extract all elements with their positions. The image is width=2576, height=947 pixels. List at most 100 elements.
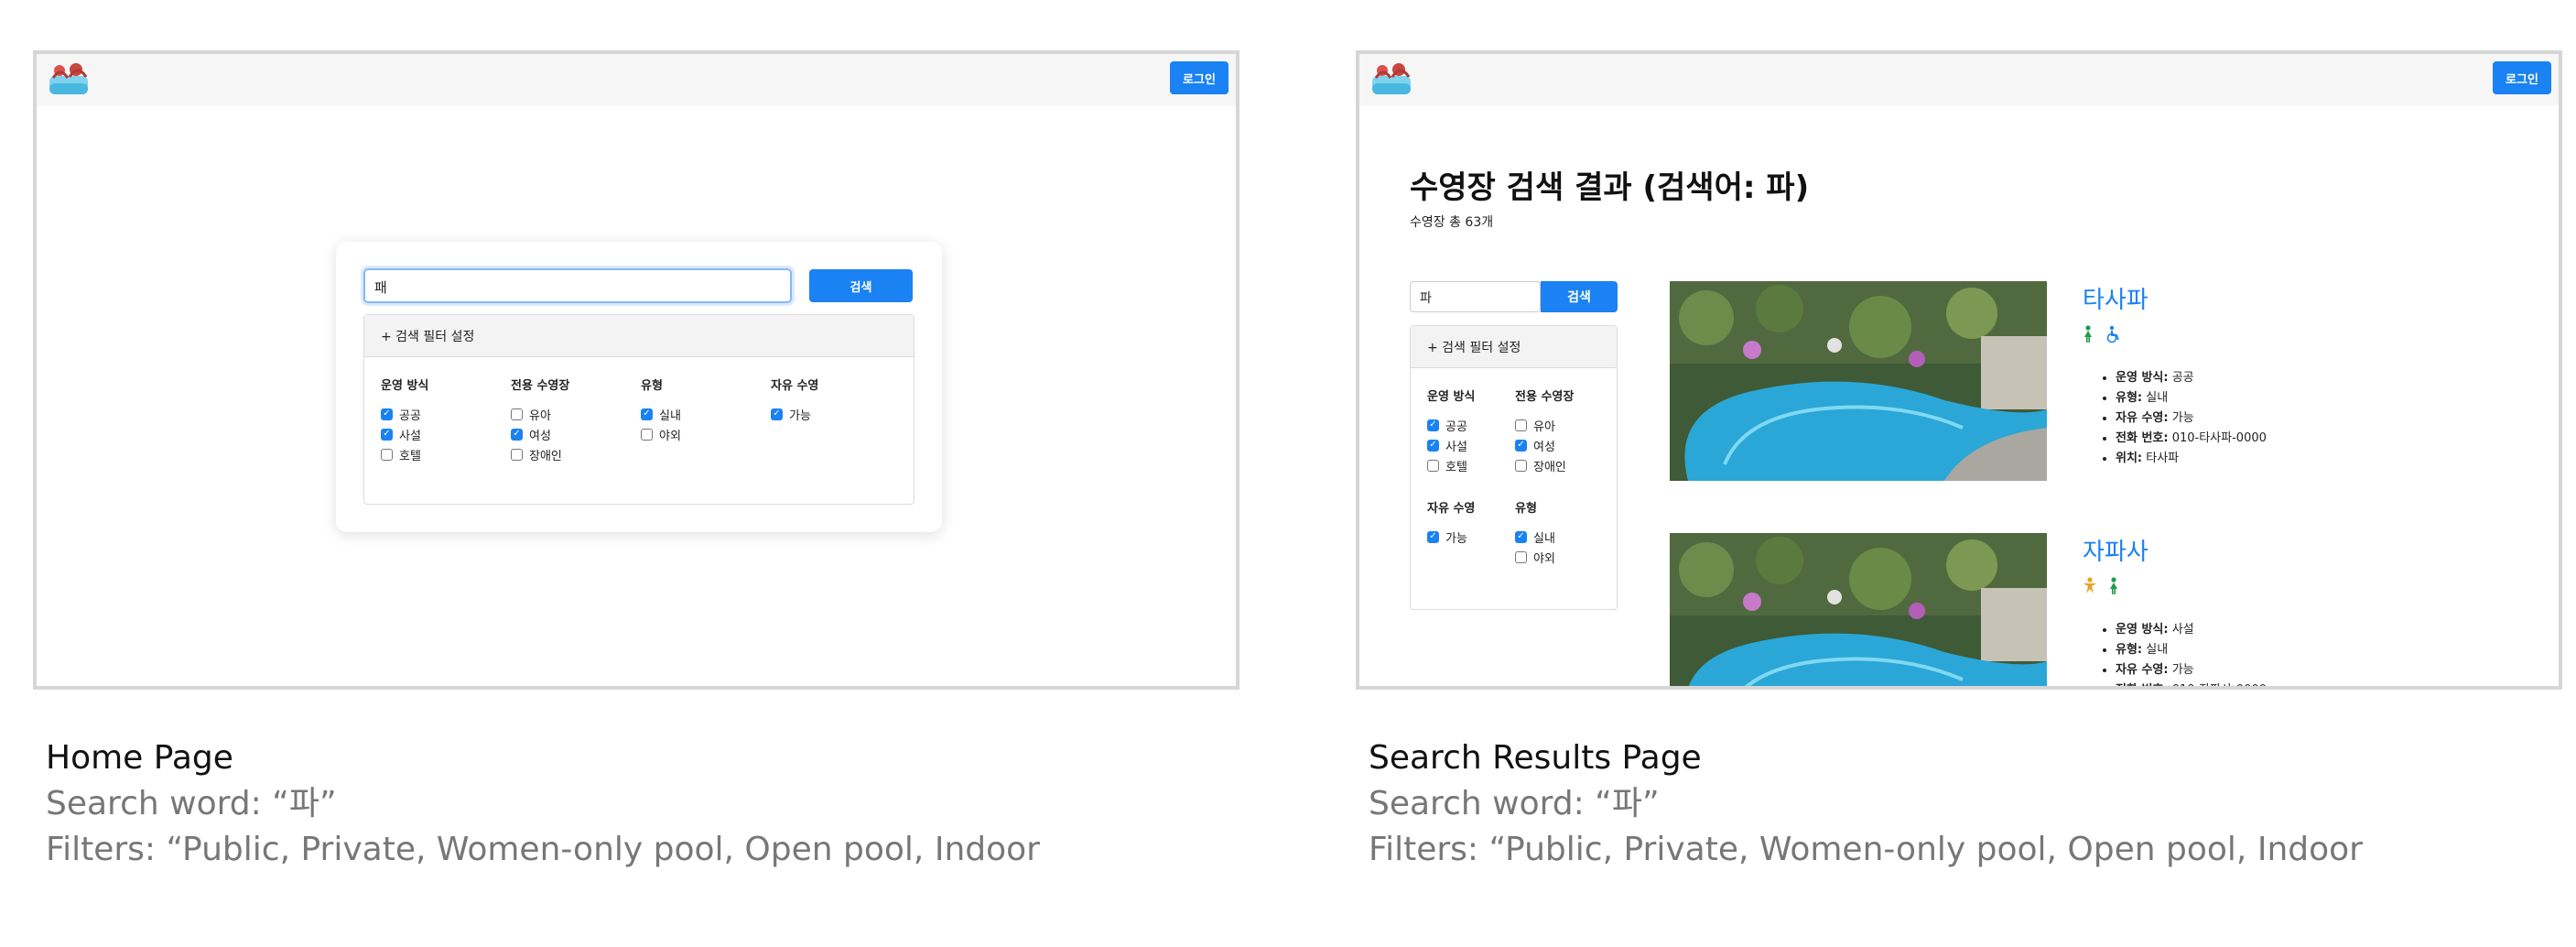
checkbox-unchecked[interactable] <box>511 448 523 461</box>
filter-option[interactable]: 장애인 <box>1515 455 1574 475</box>
checkbox-checked[interactable]: ✓ <box>1427 439 1439 452</box>
filter-option[interactable]: ✓ 사설 <box>1427 435 1475 455</box>
pool-detail-key: 유형: <box>2116 643 2143 657</box>
checkbox-checked[interactable]: ✓ <box>1427 530 1439 543</box>
caption-filters: Filters: “Public, Private, Women-only po… <box>1369 831 2363 868</box>
pool-detail-item: 위치: 타사파 <box>2116 449 2267 469</box>
pool-photo[interactable] <box>1670 533 2047 686</box>
filter-option[interactable]: ✓ 공공 <box>1427 415 1475 435</box>
filter-option[interactable]: ✓ 여성 <box>511 424 569 444</box>
checkbox-unchecked[interactable] <box>1515 550 1527 563</box>
filter-group-title: 운영 방식 <box>381 379 429 393</box>
filter-option[interactable]: 장애인 <box>511 444 569 464</box>
filter-group: 유형 ✓ 실내 야외 <box>1515 498 1555 567</box>
caption-search-word: Search word: “파” <box>1369 785 1660 822</box>
filter-option-label: 공공 <box>1445 419 1467 434</box>
filter-option[interactable]: 유아 <box>1515 415 1574 435</box>
filter-group-title: 전용 수영장 <box>1515 390 1575 404</box>
pool-detail-value: 실내 <box>2146 643 2169 657</box>
pool-name-link[interactable]: 타사파 <box>2083 281 2267 315</box>
wheelchair-icon <box>2106 325 2119 343</box>
pool-detail-item: 운영 방식: 사설 <box>2116 620 2267 640</box>
checkbox-unchecked[interactable] <box>381 448 393 461</box>
child-icon <box>2084 577 2096 593</box>
female-icon <box>2084 325 2092 343</box>
checkbox-checked[interactable]: ✓ <box>1427 419 1439 431</box>
filter-option[interactable]: 호텔 <box>381 444 428 464</box>
login-button[interactable]: 로그인 <box>2493 61 2551 94</box>
filter-group-title: 운영 방식 <box>1427 390 1476 404</box>
checkbox-checked[interactable]: ✓ <box>641 408 653 420</box>
filter-option-label: 호텔 <box>399 449 421 463</box>
filter-option-label: 장애인 <box>529 449 562 463</box>
filter-option-label: 실내 <box>1533 531 1555 546</box>
checkbox-unchecked[interactable] <box>641 428 653 441</box>
pool-photo-image <box>1670 533 2047 686</box>
filter-group-title: 자유 수영 <box>771 379 819 393</box>
home-caption: Home Page Search word: “파” Filters: “Pub… <box>46 735 1040 873</box>
checkbox-checked[interactable]: ✓ <box>771 408 783 420</box>
logo-icon[interactable] <box>1370 61 1412 96</box>
pool-photo[interactable] <box>1670 281 2047 481</box>
pool-details: 운영 방식: 공공유형: 실내자유 수영: 가능전화 번호: 010-타사파-0… <box>2083 368 2267 469</box>
pool-detail-item: 전화 번호: 010-타사파-0000 <box>2116 429 2267 449</box>
pool-detail-key: 위치: <box>2116 452 2143 465</box>
pool-detail-value: 010-타사파-0000 <box>2171 431 2267 445</box>
filter-option[interactable]: ✓ 가능 <box>1427 527 1475 547</box>
navbar: 로그인 <box>37 54 1236 105</box>
pool-detail-item: 자유 수영: 가능 <box>2116 660 2267 680</box>
filter-panel: + 검색 필터 설정 운영 방식 ✓ 공공 ✓ 사설 호텔 전용 수영장 유아 ✓ 여성 장애인 자유… <box>1410 325 1618 610</box>
logo-icon[interactable] <box>48 61 90 96</box>
filter-option-label: 유아 <box>1533 419 1555 434</box>
search-card: 패 검색 + 검색 필터 설정 운영 방식 ✓ 공공 ✓ 사설 호텔 전용 수영장 유아 ✓ 여성… <box>336 242 942 532</box>
filter-option-label: 여성 <box>1533 440 1555 454</box>
filter-option[interactable]: ✓ 공공 <box>381 404 428 424</box>
filter-option-label: 사설 <box>1445 440 1467 454</box>
search-input[interactable]: 파 <box>1410 281 1541 312</box>
checkbox-unchecked[interactable] <box>1427 459 1439 472</box>
filter-option[interactable]: 호텔 <box>1427 455 1475 475</box>
filter-group: 전용 수영장유아 ✓ 여성 장애인 <box>1515 386 1574 475</box>
login-button[interactable]: 로그인 <box>1170 61 1228 94</box>
checkbox-unchecked[interactable] <box>511 408 523 420</box>
pool-detail-key: 자유 수영: <box>2116 411 2169 425</box>
filter-group-title: 유형 <box>641 379 663 393</box>
filter-option-label: 실내 <box>659 408 681 423</box>
filter-group: 자유 수영 ✓ 가능 <box>771 376 818 424</box>
pool-detail-value: 010-자파사-0000 <box>2172 683 2267 686</box>
filter-group-title: 유형 <box>1515 502 1537 516</box>
filter-toggle[interactable]: + 검색 필터 설정 <box>364 315 914 357</box>
filter-panel: + 검색 필터 설정 운영 방식 ✓ 공공 ✓ 사설 호텔 전용 수영장 유아 ✓ 여성 장애인 유형… <box>363 314 915 505</box>
pool-detail-value: 실내 <box>2146 391 2169 405</box>
checkbox-checked[interactable]: ✓ <box>511 428 523 441</box>
search-button[interactable]: 검색 <box>809 269 913 302</box>
search-input[interactable]: 패 <box>363 268 792 303</box>
filter-group: 전용 수영장 유아 ✓ 여성 장애인 <box>511 376 569 464</box>
filter-option[interactable]: ✓ 가능 <box>771 404 818 424</box>
pool-info: 타사파 운영 방식: 공공유형: 실내자유 수영: 가능전화 번호: 010-타… <box>2083 281 2267 469</box>
checkbox-checked[interactable]: ✓ <box>1515 439 1527 452</box>
pool-info: 자파사 운영 방식: 사설유형: 실내자유 수영: 가능전화 번호: 010-자… <box>2083 533 2267 686</box>
pool-name-link[interactable]: 자파사 <box>2083 533 2267 567</box>
filter-toggle[interactable]: + 검색 필터 설정 <box>1411 326 1617 368</box>
checkbox-checked[interactable]: ✓ <box>1515 530 1527 543</box>
checkbox-unchecked[interactable] <box>1515 459 1527 472</box>
filter-option-label: 가능 <box>1445 531 1467 546</box>
filter-group: 운영 방식 ✓ 공공 ✓ 사설 호텔 <box>1427 386 1475 475</box>
pool-detail-value: 타사파 <box>2146 452 2180 465</box>
filter-option[interactable]: ✓ 사설 <box>381 424 428 444</box>
filter-option[interactable]: 유아 <box>511 404 569 424</box>
pool-icons <box>2083 576 2267 596</box>
checkbox-unchecked[interactable] <box>1515 419 1527 431</box>
checkbox-checked[interactable]: ✓ <box>381 408 393 420</box>
filter-option-label: 사설 <box>399 429 421 443</box>
search-button[interactable]: 검색 <box>1541 281 1618 312</box>
filter-option[interactable]: ✓ 실내 <box>1515 527 1555 547</box>
filter-option[interactable]: ✓ 여성 <box>1515 435 1574 455</box>
pool-icons <box>2083 324 2267 344</box>
pool-detail-item: 운영 방식: 공공 <box>2116 368 2267 388</box>
filter-option[interactable]: ✓ 실내 <box>641 404 681 424</box>
checkbox-checked[interactable]: ✓ <box>381 428 393 441</box>
filter-option[interactable]: 야외 <box>1515 547 1555 567</box>
filter-option[interactable]: 야외 <box>641 424 681 444</box>
